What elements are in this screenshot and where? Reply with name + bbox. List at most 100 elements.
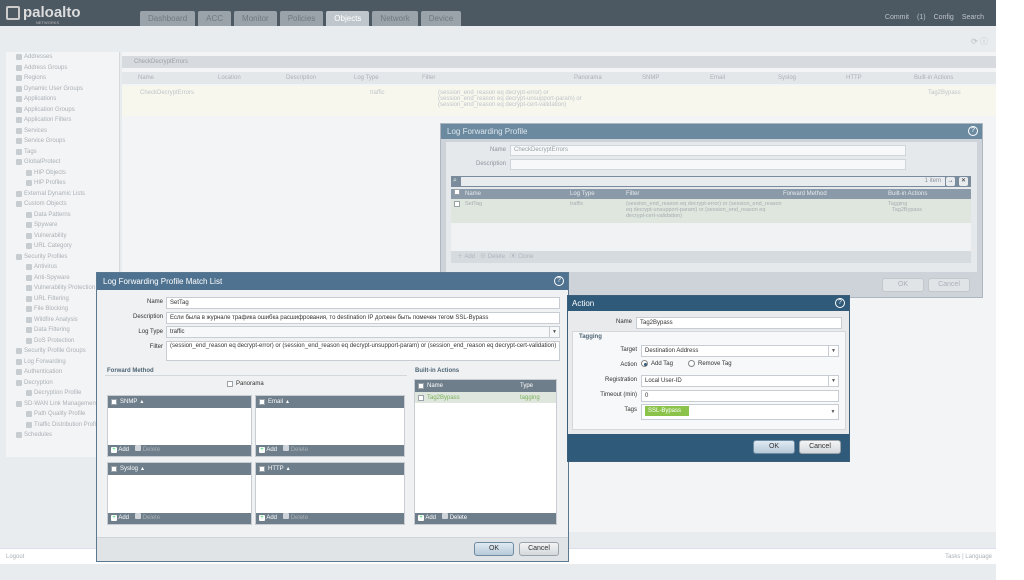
column-header[interactable]: Built-in Actions (914, 72, 974, 84)
delete-button[interactable]: Delete (135, 513, 160, 524)
tab-policies[interactable]: Policies (279, 11, 324, 26)
help-icon[interactable]: ? (554, 276, 564, 286)
lock-count[interactable]: (1) (917, 14, 926, 21)
sidebar-item[interactable]: Addresses (6, 52, 119, 63)
lfp-search-bar[interactable]: ⌕ 1 item → ✕ (451, 176, 971, 187)
sidebar-item[interactable]: Applications (6, 94, 119, 105)
sidebar-item[interactable]: Application Filters (6, 115, 119, 126)
delete-button[interactable]: Delete (283, 513, 308, 524)
sidebar-item[interactable]: HIP Profiles (6, 178, 119, 189)
sidebar-item[interactable]: External Dynamic Lists (6, 189, 119, 200)
add-button[interactable]: + Add (111, 445, 129, 456)
help-icon[interactable]: ? (835, 298, 845, 308)
content-table-header: Name Location Description Log Type Filter Pan… (122, 72, 996, 84)
lfp-name-input[interactable]: CheckDecryptErrors (510, 145, 906, 156)
ok-button[interactable]: OK (474, 542, 514, 556)
column-header[interactable]: Syslog (778, 72, 846, 84)
column-header[interactable]: Description (286, 72, 354, 84)
timeout-input[interactable]: 0 (641, 390, 839, 402)
remove-tag-radio[interactable]: Remove Tag (688, 360, 732, 367)
registration-select[interactable]: Local User-ID ▼ (641, 375, 839, 387)
tab-monitor[interactable]: Monitor (234, 11, 277, 26)
tab-objects[interactable]: Objects (326, 11, 370, 26)
log-type-select[interactable]: traffic ▼ (166, 326, 560, 338)
filter-input[interactable]: (session_end_reason eq decrypt-error) or… (166, 341, 560, 361)
tags-input[interactable]: SSL-Bypass ▼ (641, 404, 839, 420)
add-button[interactable]: + Add (259, 513, 277, 524)
tab-acc[interactable]: ACC (198, 11, 232, 26)
action-ok-button[interactable]: OK (753, 440, 795, 454)
sidebar-item[interactable]: Regions (6, 73, 119, 84)
sidebar-item[interactable]: Service Groups (6, 136, 119, 147)
refresh-help-icons[interactable]: ⟳ ⓘ (971, 36, 988, 47)
sidebar-item[interactable]: Vulnerability (6, 231, 119, 242)
config-link[interactable]: Config (934, 14, 954, 21)
column-header[interactable]: Log Type (354, 72, 422, 84)
commit-link[interactable]: Commit (885, 14, 909, 21)
checkbox[interactable] (227, 381, 233, 387)
lfp-cancel-button[interactable]: Cancel (928, 278, 970, 292)
sidebar-item[interactable]: Services (6, 126, 119, 137)
add-tag-radio[interactable]: Add Tag (641, 360, 673, 367)
lfp-count: 1 item (924, 178, 941, 184)
sidebar-item[interactable]: Custom Objects (6, 199, 119, 210)
sidebar-item-label: Application Groups (24, 106, 75, 113)
column-header[interactable]: Panorama (574, 72, 642, 84)
tasks-language[interactable]: Tasks | Language (945, 549, 992, 565)
add-button[interactable]: ＋ Add (457, 254, 475, 260)
sidebar-item[interactable]: GlobalProtect (6, 157, 119, 168)
row-action: Tag2Bypass (928, 90, 961, 96)
column-header[interactable]: Filter (422, 72, 574, 84)
arrow-right-icon[interactable]: → (946, 177, 955, 186)
close-icon[interactable]: ✕ (959, 177, 968, 186)
tab-dashboard[interactable]: Dashboard (140, 11, 196, 26)
sidebar-item[interactable]: Address Groups (6, 63, 119, 74)
sidebar-item[interactable]: Tags (6, 147, 119, 158)
table-row[interactable]: Tag2Bypass tagging (415, 392, 556, 403)
column-header[interactable]: Email (710, 72, 778, 84)
target-select[interactable]: Destination Address ▼ (641, 345, 839, 357)
lfp-title: Log Forwarding Profile ? (441, 124, 982, 139)
action-cancel-button[interactable]: Cancel (799, 440, 841, 454)
add-button[interactable]: + Add (111, 513, 129, 524)
delete-button[interactable]: ⊖ Delete (480, 254, 505, 260)
action-name-input[interactable]: Tag2Bypass (636, 317, 842, 329)
sidebar-item[interactable]: HIP Objects (6, 168, 119, 179)
sidebar-item[interactable]: Spyware (6, 220, 119, 231)
sidebar-item[interactable]: URL Category (6, 241, 119, 252)
column-header[interactable]: Name (122, 72, 218, 84)
delete-button[interactable]: Delete (135, 445, 160, 456)
column-header[interactable]: Location (218, 72, 286, 84)
add-button[interactable]: + Add (418, 513, 436, 524)
lfp-ok-button[interactable]: OK (882, 278, 924, 292)
sidebar-item[interactable]: Antivirus (6, 262, 119, 273)
column-header[interactable]: SNMP (642, 72, 710, 84)
tab-network[interactable]: Network (372, 11, 418, 26)
action-label: Action (620, 362, 637, 368)
clone-button[interactable]: ▣ Clone (510, 254, 533, 260)
delete-button[interactable]: Delete (283, 445, 308, 456)
sidebar-item[interactable]: Dynamic User Groups (6, 84, 119, 95)
description-input[interactable]: Если была в журнале трафика ошибка расши… (166, 312, 560, 324)
help-icon[interactable]: ? (968, 126, 978, 136)
cancel-button[interactable]: Cancel (519, 542, 559, 556)
tag-chip[interactable]: SSL-Bypass (645, 406, 690, 416)
lfp-description-input[interactable] (510, 159, 906, 170)
add-button[interactable]: + Add (259, 445, 277, 456)
name-input[interactable]: SetTag (166, 297, 560, 309)
sidebar-item-label: Application Filters (24, 117, 72, 123)
sidebar-item[interactable]: Application Groups (6, 105, 119, 116)
search-link[interactable]: Search (962, 14, 984, 21)
sidebar-item-label: Dynamic User Groups (24, 85, 84, 92)
logout-link[interactable]: Logout (6, 554, 24, 560)
column-header[interactable]: HTTP (846, 72, 914, 84)
tab-device[interactable]: Device (420, 11, 462, 26)
table-row[interactable]: CheckDecryptErrors traffic (session_end_… (122, 86, 996, 116)
sidebar-item[interactable]: Security Profiles (6, 252, 119, 263)
content-search[interactable]: CheckDecryptErrors (122, 56, 996, 68)
sidebar-item[interactable]: Data Patterns (6, 210, 119, 221)
table-row[interactable]: SetTag traffic (session_end_reason eq de… (451, 199, 971, 223)
panorama-checkbox[interactable]: Panorama (227, 381, 264, 387)
logo-subtext: NETWORKS (36, 20, 60, 25)
delete-button[interactable]: Delete (442, 513, 467, 524)
